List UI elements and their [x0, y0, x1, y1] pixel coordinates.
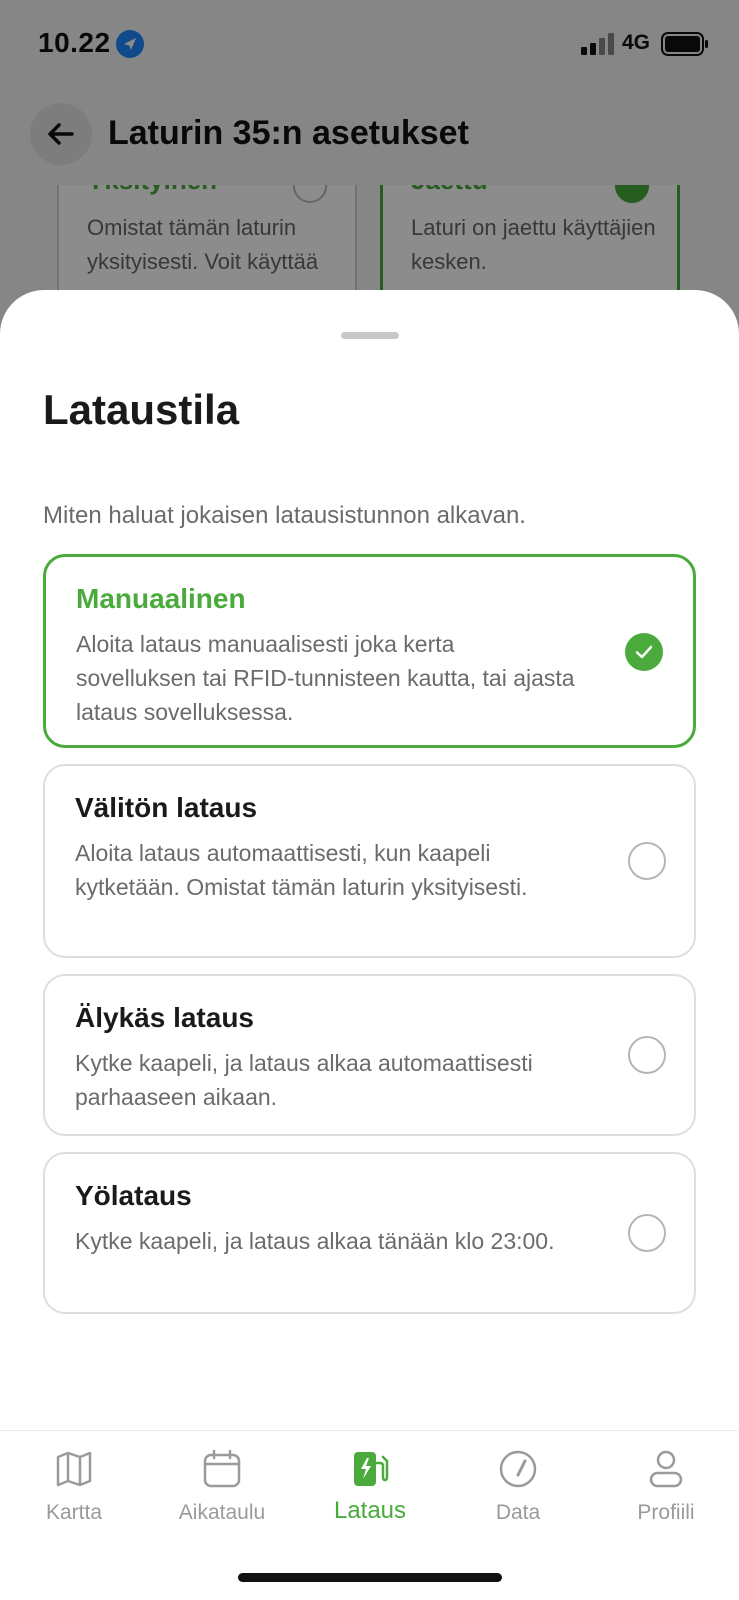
sheet-subtitle: Miten haluat jokaisen latausistunnon alk…: [43, 502, 526, 529]
option-title: Manuaalinen: [76, 583, 246, 614]
option-title: Välitön lataus: [75, 792, 258, 823]
tab-label: Kartta: [45, 1501, 103, 1524]
radio-icon: [628, 842, 666, 880]
option-title: Yölataus: [75, 1180, 192, 1211]
tab-data[interactable]: Data: [444, 1431, 592, 1551]
tab-lataus[interactable]: Lataus: [296, 1431, 444, 1551]
option-description: Aloita lataus automaattisesti, kun kaape…: [75, 840, 528, 900]
map-icon: [56, 1451, 92, 1487]
option-description: Aloita lataus manuaalisesti joka kerta s…: [76, 631, 575, 725]
charging-mode-sheet: Lataustila Miten haluat jokaisen latausi…: [0, 290, 739, 1430]
option-description: Kytke kaapeli, ja lataus alkaa automaatt…: [75, 1050, 533, 1110]
radio-icon: [628, 1214, 666, 1252]
charging-station-icon: [354, 1452, 389, 1486]
calendar-icon: [203, 1449, 241, 1488]
tab-aikataulu[interactable]: Aikataulu: [148, 1431, 296, 1551]
tab-profiili[interactable]: Profiili: [592, 1431, 739, 1551]
option-smart[interactable]: Älykäs lataus Kytke kaapeli, ja lataus a…: [43, 974, 696, 1136]
checkmark-icon: [625, 633, 663, 671]
option-manual[interactable]: Manuaalinen Aloita lataus manuaalisesti …: [43, 554, 696, 748]
user-icon: [649, 1450, 683, 1488]
tab-label: Profiili: [637, 1501, 695, 1524]
tab-label: Lataus: [333, 1497, 407, 1524]
option-description: Kytke kaapeli, ja lataus alkaa tänään kl…: [75, 1228, 555, 1254]
tab-label: Data: [495, 1501, 541, 1524]
gauge-icon: [499, 1450, 537, 1488]
option-title: Älykäs lataus: [75, 1002, 254, 1033]
tab-label: Aikataulu: [178, 1501, 266, 1524]
radio-icon: [628, 1036, 666, 1074]
sheet-title: Lataustila: [43, 386, 240, 433]
home-indicator[interactable]: [238, 1573, 502, 1582]
tab-kartta[interactable]: Kartta: [0, 1431, 148, 1551]
option-night[interactable]: Yölataus Kytke kaapeli, ja lataus alkaa …: [43, 1152, 696, 1314]
option-instant[interactable]: Välitön lataus Aloita lataus automaattis…: [43, 764, 696, 958]
drag-handle[interactable]: [341, 332, 399, 339]
